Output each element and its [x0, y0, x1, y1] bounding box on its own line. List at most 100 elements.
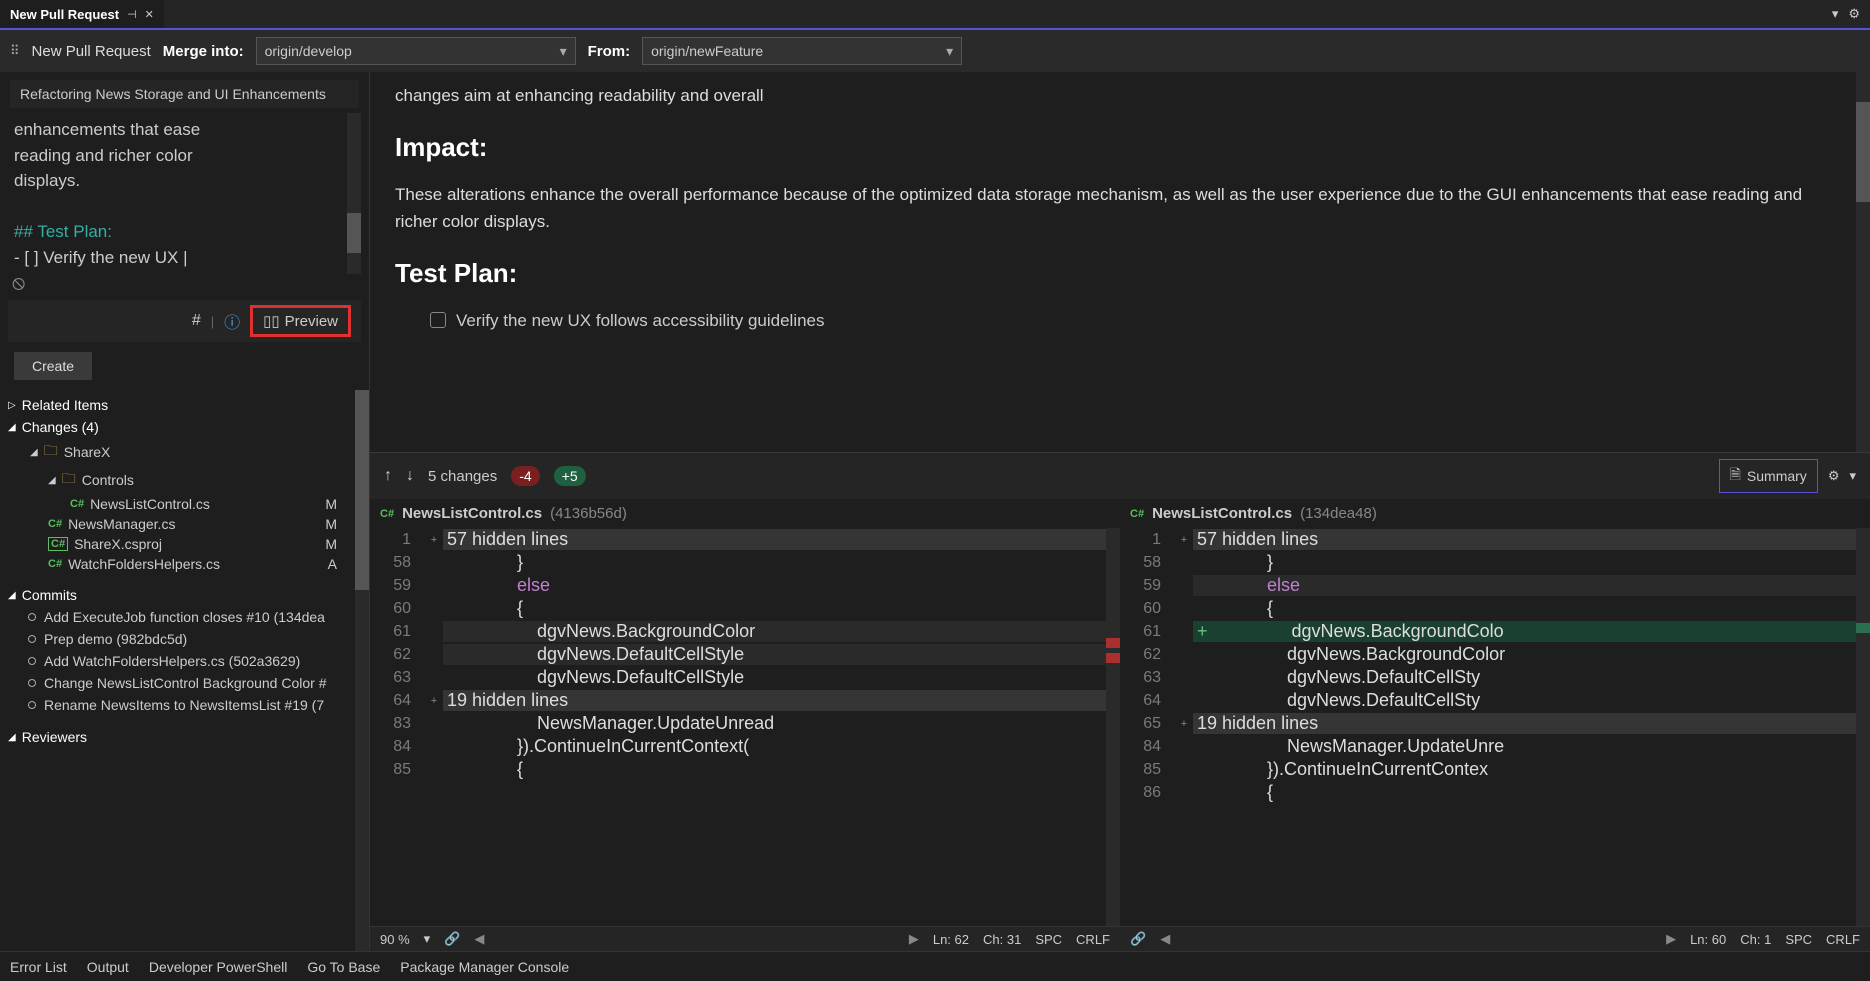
removed-badge: -4 — [511, 466, 539, 486]
code-line[interactable]: 1+57 hidden lines — [1120, 528, 1856, 551]
chevron-down-icon[interactable]: ▾ — [1849, 468, 1856, 484]
checkbox[interactable] — [430, 312, 446, 328]
tab-bar: New Pull Request ⊣ ✕ ▾ ⚙ — [0, 0, 1870, 30]
footer-item[interactable]: Go To Base — [307, 959, 380, 975]
footer-item[interactable]: Output — [87, 959, 129, 975]
cs-icon: C# — [380, 508, 394, 520]
code-line[interactable]: 65+19 hidden lines — [1120, 712, 1856, 735]
tab-title: New Pull Request — [10, 7, 119, 22]
commits-section[interactable]: ◢Commits — [0, 584, 355, 606]
code-line[interactable]: 61+ dgvNews.BackgroundColo — [1120, 620, 1856, 643]
changes-count: 5 changes — [428, 468, 497, 485]
pin-icon[interactable]: ⊣ — [127, 8, 137, 21]
minimap[interactable] — [1856, 528, 1870, 926]
status-bar-right: 🔗 ◀ ▶ Ln: 60 Ch: 1 SPC CRLF — [1120, 926, 1870, 951]
scroll-right-icon[interactable]: ▶ — [909, 931, 919, 947]
file-row[interactable]: C#ShareX.csprojM — [0, 534, 355, 554]
code-line[interactable]: 84 }).ContinueInCurrentContext( — [370, 735, 1106, 758]
copilot-icon: 🛇 — [12, 277, 25, 292]
scroll-right-icon[interactable]: ▶ — [1666, 931, 1676, 947]
toolbar: ⠿ New Pull Request Merge into: origin/de… — [0, 30, 1870, 72]
scrollbar[interactable] — [1856, 72, 1870, 452]
scroll-left-icon[interactable]: ◀ — [1160, 931, 1170, 947]
code-line[interactable]: 1+57 hidden lines — [370, 528, 1106, 551]
code-line[interactable]: 58 } — [1120, 551, 1856, 574]
scroll-left-icon[interactable]: ◀ — [474, 931, 484, 947]
gear-icon[interactable]: ⚙ — [1828, 468, 1840, 484]
code-line[interactable]: 62 dgvNews.BackgroundColor — [1120, 643, 1856, 666]
preview-button[interactable]: ▯▯ Preview — [250, 305, 351, 337]
commit-row[interactable]: Add WatchFoldersHelpers.cs (502a3629) — [0, 650, 355, 672]
code-line[interactable]: 60 { — [1120, 597, 1856, 620]
info-icon[interactable]: ⓘ — [224, 309, 240, 333]
code-line[interactable]: 84 NewsManager.UpdateUnre — [1120, 735, 1856, 758]
arrow-down-icon[interactable]: ↓ — [406, 467, 414, 485]
file-row[interactable]: C#NewsManager.csM — [0, 514, 355, 534]
description-textarea[interactable]: enhancements that easereading and richer… — [8, 113, 347, 274]
dropdown-icon[interactable]: ▾ — [1832, 6, 1839, 22]
testplan-heading: Test Plan: — [395, 253, 1845, 295]
csproj-icon: C# — [48, 537, 68, 551]
scrollbar[interactable] — [355, 390, 369, 951]
arrow-up-icon[interactable]: ↑ — [384, 467, 392, 485]
merge-into-label: Merge into: — [163, 43, 244, 60]
code-line[interactable]: 64+19 hidden lines — [370, 689, 1106, 712]
code-line[interactable]: 59 else — [1120, 574, 1856, 597]
gear-icon[interactable]: ⚙ — [1848, 6, 1860, 22]
chevron-down-icon: ▾ — [560, 43, 567, 60]
commit-dot-icon — [28, 679, 36, 687]
create-button[interactable]: Create — [14, 352, 92, 380]
cs-icon: C# — [70, 498, 84, 510]
merge-into-dropdown[interactable]: origin/develop ▾ — [256, 37, 576, 65]
changes-section[interactable]: ◢Changes (4) — [0, 416, 355, 438]
added-badge: +5 — [554, 466, 586, 486]
chevron-down-icon: ▾ — [946, 43, 953, 60]
commit-row[interactable]: Change NewsListControl Background Color … — [0, 672, 355, 694]
nav-icon[interactable]: 🔗 — [444, 931, 460, 947]
code-line[interactable]: 58 } — [370, 551, 1106, 574]
hash-icon[interactable]: # — [192, 312, 201, 330]
folder-row[interactable]: ◢🗀ShareX — [0, 438, 355, 466]
commit-row[interactable]: Rename NewsItems to NewsItemsList #19 (7 — [0, 694, 355, 716]
footer-item[interactable]: Developer PowerShell — [149, 959, 288, 975]
code-line[interactable]: 62 dgvNews.DefaultCellStyle — [370, 643, 1106, 666]
tab-active[interactable]: New Pull Request ⊣ ✕ — [0, 0, 164, 28]
cs-icon: C# — [1130, 508, 1144, 520]
commit-row[interactable]: Add ExecuteJob function closes #10 (134d… — [0, 606, 355, 628]
code-line[interactable]: 64 dgvNews.DefaultCellSty — [1120, 689, 1856, 712]
minimap[interactable] — [1106, 528, 1120, 926]
code-line[interactable]: 85 { — [370, 758, 1106, 781]
code-line[interactable]: 86 { — [1120, 781, 1856, 804]
summary-button[interactable]: 🗎 Summary — [1719, 459, 1818, 493]
close-icon[interactable]: ✕ — [145, 8, 154, 21]
file-row[interactable]: C#NewsListControl.csM — [0, 494, 355, 514]
nav-icon[interactable]: 🔗 — [1130, 931, 1146, 947]
right-pane: changes aim at enhancing readability and… — [370, 72, 1870, 951]
folder-row[interactable]: ◢🗀Controls — [0, 466, 355, 494]
code-line[interactable]: 60 { — [370, 597, 1106, 620]
code-line[interactable]: 63 dgvNews.DefaultCellSty — [1120, 666, 1856, 689]
code-line[interactable]: 59 else — [370, 574, 1106, 597]
related-items-section[interactable]: ▷Related Items — [0, 394, 355, 416]
commit-dot-icon — [28, 613, 36, 621]
from-dropdown[interactable]: origin/newFeature ▾ — [642, 37, 962, 65]
file-row[interactable]: C#WatchFoldersHelpers.csA — [0, 554, 355, 574]
pr-title-input[interactable]: Refactoring News Storage and UI Enhancem… — [10, 80, 359, 108]
doc-icon: 🗎 — [1730, 464, 1741, 488]
commit-dot-icon — [28, 635, 36, 643]
code-line[interactable]: 85 }).ContinueInCurrentContex — [1120, 758, 1856, 781]
code-line[interactable]: 83 NewsManager.UpdateUnread — [370, 712, 1106, 735]
code-line[interactable]: 63 dgvNews.DefaultCellStyle — [370, 666, 1106, 689]
footer-item[interactable]: Error List — [10, 959, 67, 975]
reviewers-section[interactable]: ◢Reviewers — [0, 726, 355, 748]
cs-icon: C# — [48, 518, 62, 530]
diff-left: C# NewsListControl.cs (4136b56d) 1+57 hi… — [370, 499, 1120, 951]
left-pane: Refactoring News Storage and UI Enhancem… — [0, 72, 370, 951]
footer-item[interactable]: Package Manager Console — [400, 959, 569, 975]
commit-dot-icon — [28, 657, 36, 665]
scrollbar[interactable] — [347, 113, 361, 274]
commit-row[interactable]: Prep demo (982bdc5d) — [0, 628, 355, 650]
code-line[interactable]: 61 dgvNews.BackgroundColor — [370, 620, 1106, 643]
folder-icon: 🗀 — [44, 440, 58, 464]
preview-area: changes aim at enhancing readability and… — [370, 72, 1870, 452]
